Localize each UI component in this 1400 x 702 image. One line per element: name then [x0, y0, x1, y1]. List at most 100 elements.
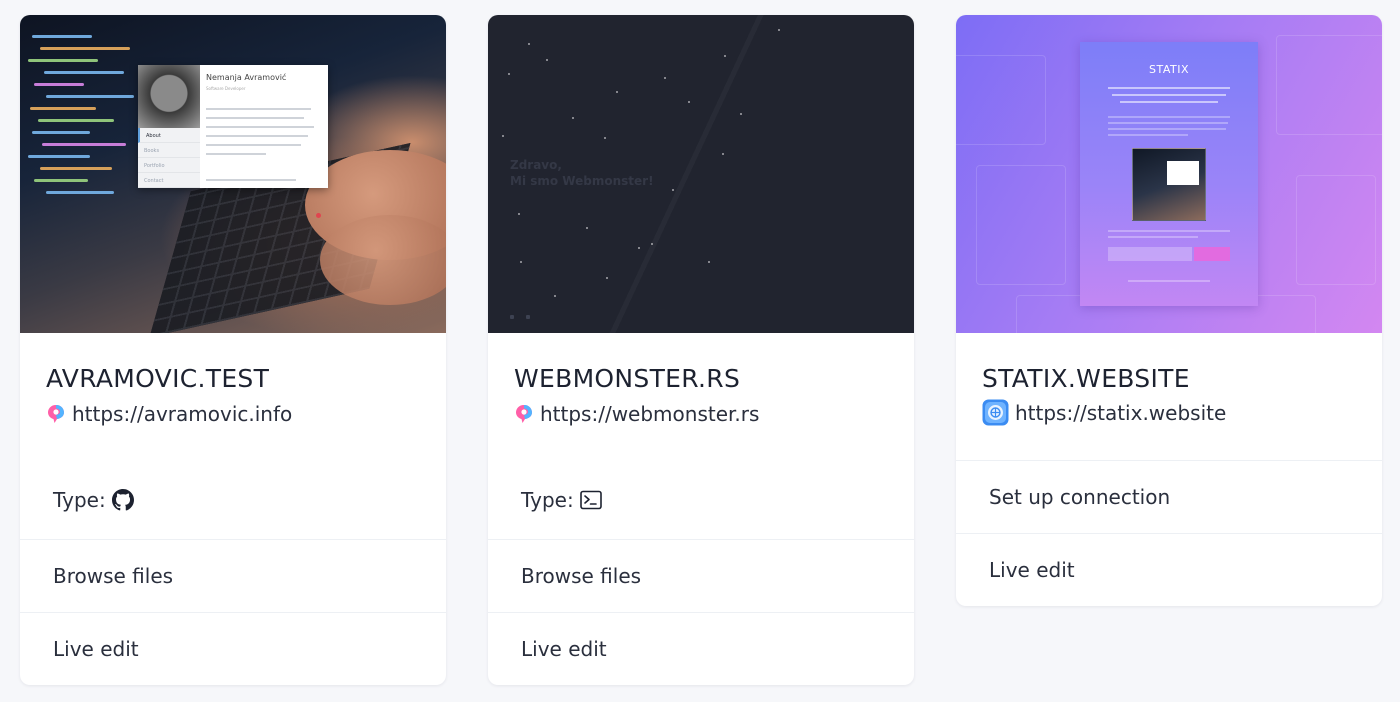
type-row: Type:	[20, 459, 446, 539]
code-line	[42, 143, 126, 146]
text-line	[1112, 94, 1226, 96]
star	[518, 213, 520, 215]
site-url[interactable]: https://webmonster.rs	[540, 402, 759, 426]
live-edit-button[interactable]: Live edit	[20, 612, 446, 685]
star	[638, 247, 640, 249]
set-up-connection-button[interactable]: Set up connection	[956, 460, 1382, 533]
circuit-line	[956, 55, 1046, 145]
mini-nav-item: About	[138, 128, 200, 143]
heart-icon	[316, 213, 321, 218]
code-line	[44, 71, 124, 74]
statix-page-preview: STATIX	[1080, 42, 1258, 306]
type-label: Type:	[53, 488, 106, 512]
star	[528, 43, 530, 45]
mini-nav: About Books Portfolio Contact	[138, 128, 200, 188]
site-url-row[interactable]: https://webmonster.rs	[514, 402, 759, 426]
code-line	[46, 191, 114, 194]
site-thumbnail: About Books Portfolio Contact Nemanja Av…	[20, 15, 446, 333]
github-icon	[111, 489, 134, 511]
star	[546, 59, 548, 61]
mini-name: Nemanja Avramović	[206, 73, 287, 82]
text-line	[1108, 128, 1226, 130]
site-card-statix: STATIX STATIX.WEBSITE https://statix.web…	[956, 15, 1382, 606]
live-edit-button[interactable]: Live edit	[956, 533, 1382, 606]
screenshot-preview	[1132, 148, 1206, 221]
site-thumbnail: STATIX	[956, 15, 1382, 333]
circuit-line	[1276, 35, 1382, 135]
avatar	[138, 65, 200, 128]
site-card-avramovic: About Books Portfolio Contact Nemanja Av…	[20, 15, 446, 685]
hero-line-1: Zdravo,	[510, 158, 562, 172]
mini-text-line	[206, 126, 314, 128]
star	[722, 153, 724, 155]
star	[672, 189, 674, 191]
text-line	[1108, 116, 1230, 118]
code-line	[46, 95, 134, 98]
site-thumbnail: Zdravo, Mi smo Webmonster!	[488, 15, 914, 333]
circuit-line	[976, 165, 1066, 285]
hero-line-2: Mi smo Webmonster!	[510, 174, 654, 188]
social-icon	[510, 315, 514, 319]
site-info: STATIX.WEBSITE https://statix.website	[956, 333, 1382, 460]
mini-nav-item: Books	[138, 143, 200, 158]
mini-text-line	[206, 179, 296, 181]
site-url-row[interactable]: https://statix.website	[982, 399, 1226, 426]
star	[664, 77, 666, 79]
star	[554, 295, 556, 297]
type-label: Type:	[521, 488, 574, 512]
star	[651, 243, 653, 245]
type-row: Type:	[488, 459, 914, 539]
code-line	[30, 107, 96, 110]
star	[778, 29, 780, 31]
browse-files-button[interactable]: Browse files	[488, 539, 914, 612]
subscribe-button-preview	[1194, 247, 1230, 261]
mini-text-line	[206, 144, 301, 146]
text-line	[1108, 122, 1228, 124]
text-line	[1128, 280, 1210, 282]
live-edit-button[interactable]: Live edit	[488, 612, 914, 685]
mini-role: Software Developer	[206, 86, 246, 91]
site-url[interactable]: https://statix.website	[1015, 401, 1226, 425]
hero-text: Zdravo, Mi smo Webmonster!	[510, 157, 654, 189]
site-title: WEBMONSTER.RS	[514, 364, 741, 393]
mini-text-line	[206, 153, 266, 155]
star	[502, 135, 504, 137]
site-card-webmonster: Zdravo, Mi smo Webmonster! WEBMONSTER.RS…	[488, 15, 914, 685]
browse-files-button[interactable]: Browse files	[20, 539, 446, 612]
star	[520, 261, 522, 263]
mini-text-line	[206, 135, 308, 137]
star	[740, 113, 742, 115]
mini-nav-item: Portfolio	[138, 158, 200, 173]
star	[616, 91, 618, 93]
site-info: AVRAMOVIC.TEST https://avramovic.info	[20, 333, 446, 459]
star	[708, 261, 710, 263]
text-line	[1108, 134, 1188, 136]
star	[724, 55, 726, 57]
star	[604, 137, 606, 139]
email-input-preview	[1108, 247, 1192, 261]
statix-app-icon	[982, 399, 1009, 426]
code-line	[38, 119, 114, 122]
site-url-row[interactable]: https://avramovic.info	[46, 402, 292, 426]
statix-heading: STATIX	[1148, 63, 1190, 76]
text-line	[1108, 87, 1230, 89]
code-line	[32, 131, 90, 134]
circuit-line	[1296, 175, 1376, 285]
site-info: WEBMONSTER.RS https://webmonster.rs	[488, 333, 914, 459]
code-line	[34, 83, 84, 86]
bubble-icon	[48, 405, 64, 423]
social-icon	[526, 315, 530, 319]
star	[606, 277, 608, 279]
star	[688, 101, 690, 103]
text-line	[1120, 101, 1218, 103]
bubble-icon	[516, 405, 532, 423]
mini-text-line	[206, 108, 311, 110]
terminal-icon	[579, 490, 602, 510]
mini-text-line	[206, 117, 304, 119]
site-url[interactable]: https://avramovic.info	[72, 402, 292, 426]
star	[586, 227, 588, 229]
code-line	[40, 167, 112, 170]
text-line	[1108, 236, 1198, 238]
code-line	[28, 155, 90, 158]
code-line	[34, 179, 88, 182]
